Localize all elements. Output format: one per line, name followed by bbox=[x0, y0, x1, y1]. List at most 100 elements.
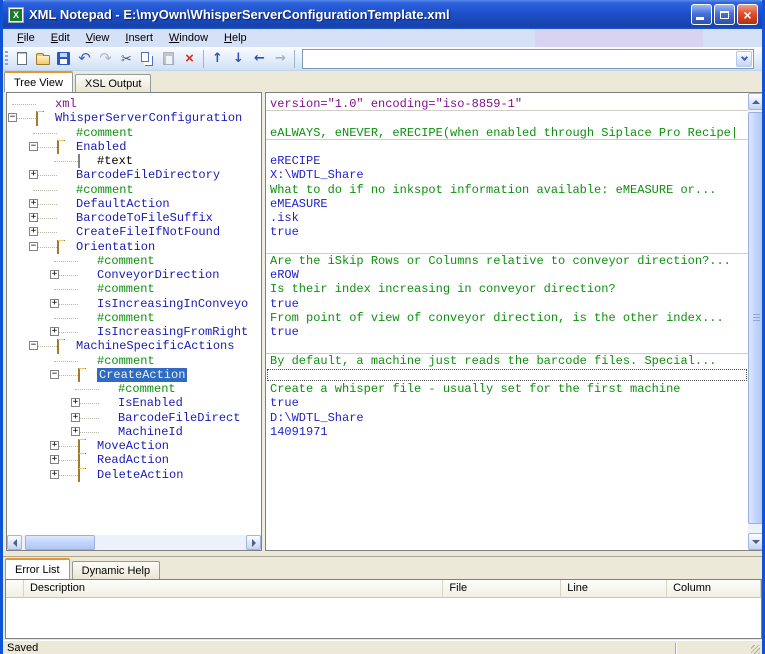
column-header-column[interactable]: Column bbox=[667, 580, 761, 598]
scroll-up-button[interactable] bbox=[748, 93, 764, 110]
close-button[interactable]: × bbox=[737, 4, 758, 25]
tree-node-label[interactable]: Orientation bbox=[76, 240, 155, 254]
tree-node-label[interactable]: CreateFileIfNotFound bbox=[76, 225, 220, 239]
tree-node-comment[interactable]: #comment bbox=[7, 354, 261, 368]
tree-node-comment[interactable]: #comment bbox=[7, 311, 261, 325]
tree-node-orientation[interactable]: − Orientation bbox=[7, 240, 261, 254]
value-cell[interactable]: true bbox=[266, 396, 748, 410]
tree-node-barcodetofilesuffix[interactable]: +BarcodeToFileSuffix bbox=[7, 211, 261, 225]
tree-node-label[interactable]: MachineSpecificActions bbox=[76, 339, 234, 353]
toolbar-grip[interactable] bbox=[5, 51, 8, 67]
value-cell[interactable]: eRECIPE bbox=[266, 154, 748, 168]
maximize-button[interactable] bbox=[714, 4, 735, 25]
menu-edit[interactable]: Edit bbox=[43, 30, 78, 46]
tree-node-label[interactable]: WhisperServerConfiguration bbox=[55, 111, 242, 125]
menu-window[interactable]: Window bbox=[161, 30, 216, 46]
expand-toggle[interactable]: + bbox=[50, 299, 59, 308]
expand-toggle[interactable]: + bbox=[50, 455, 59, 464]
value-cell[interactable] bbox=[266, 111, 748, 125]
horizontal-scroll-thumb[interactable] bbox=[25, 535, 95, 550]
value-cell[interactable]: true bbox=[266, 297, 748, 311]
tree-node-enabled[interactable]: − Enabled bbox=[7, 140, 261, 154]
value-cell[interactable] bbox=[266, 339, 748, 353]
minimize-button[interactable] bbox=[691, 4, 712, 25]
tree-node-label[interactable]: MachineId bbox=[118, 425, 183, 439]
tree-node-comment[interactable]: #comment bbox=[7, 126, 261, 140]
value-cell[interactable]: Are the iSkip Rows or Columns relative t… bbox=[266, 254, 748, 268]
nudge-left-button[interactable]: ← bbox=[249, 49, 270, 69]
tree-node-label[interactable]: IsEnabled bbox=[118, 396, 183, 410]
value-cell[interactable]: X:\WDTL_Share bbox=[266, 168, 748, 182]
tree-node-machineid[interactable]: + MachineId bbox=[7, 425, 261, 439]
value-cell[interactable]: By default, a machine just reads the bar… bbox=[266, 354, 748, 368]
expand-toggle[interactable]: + bbox=[50, 441, 59, 450]
tree-node-isincreasingfromright[interactable]: +IsIncreasingFromRight bbox=[7, 325, 261, 339]
scroll-down-button[interactable] bbox=[748, 533, 764, 550]
tree-node-xml[interactable]: xml bbox=[7, 97, 261, 111]
collapse-toggle[interactable]: − bbox=[29, 341, 38, 350]
save-button[interactable] bbox=[53, 49, 74, 69]
expand-toggle[interactable]: + bbox=[71, 398, 80, 407]
expand-toggle[interactable]: + bbox=[71, 413, 80, 422]
tab-error-list[interactable]: Error List bbox=[5, 558, 70, 579]
nudge-down-button[interactable]: ↓ bbox=[228, 49, 249, 69]
collapse-toggle[interactable]: − bbox=[29, 242, 38, 251]
expand-toggle[interactable]: + bbox=[29, 213, 38, 222]
tab-tree-view[interactable]: Tree View bbox=[4, 71, 73, 92]
value-cell[interactable]: What to do if no inkspot information ava… bbox=[266, 183, 748, 197]
nudge-up-button[interactable]: ↑ bbox=[207, 49, 228, 69]
column-header-file[interactable]: File bbox=[443, 580, 561, 598]
expand-toggle[interactable]: + bbox=[71, 427, 80, 436]
tree-node-label[interactable]: #comment bbox=[76, 183, 134, 197]
value-cell[interactable] bbox=[266, 468, 748, 482]
toolbar-combobox[interactable] bbox=[302, 49, 754, 69]
tree-node-label[interactable]: DefaultAction bbox=[76, 197, 170, 211]
tree-node-label[interactable]: #comment bbox=[97, 354, 155, 368]
expand-toggle[interactable]: + bbox=[50, 470, 59, 479]
open-file-button[interactable] bbox=[32, 49, 53, 69]
combo-dropdown-button[interactable] bbox=[736, 51, 752, 67]
tab-xsl-output[interactable]: XSL Output bbox=[75, 74, 151, 92]
expand-toggle[interactable]: + bbox=[29, 227, 38, 236]
tree-node-deleteaction[interactable]: + DeleteAction bbox=[7, 468, 261, 482]
tree-node-label[interactable]: ConveyorDirection bbox=[97, 268, 219, 282]
expand-toggle[interactable]: + bbox=[29, 199, 38, 208]
copy-button[interactable] bbox=[137, 49, 158, 69]
value-cell[interactable] bbox=[266, 140, 748, 154]
expand-toggle[interactable]: + bbox=[29, 170, 38, 179]
value-cell[interactable] bbox=[266, 439, 748, 453]
tree-node-createfileifnotfound[interactable]: + CreateFileIfNotFound bbox=[7, 225, 261, 239]
menu-insert[interactable]: Insert bbox=[117, 30, 161, 46]
collapse-toggle[interactable]: − bbox=[29, 142, 38, 151]
tree-node-comment[interactable]: #comment bbox=[7, 183, 261, 197]
tree-node-conveyordirection[interactable]: + ConveyorDirection bbox=[7, 268, 261, 282]
value-cell[interactable]: Create a whisper file - usually set for … bbox=[266, 382, 748, 396]
expand-toggle[interactable]: + bbox=[50, 270, 59, 279]
tree-node-label[interactable]: IsIncreasingFromRight bbox=[97, 325, 248, 339]
value-cell[interactable]: Is their index increasing in conveyor di… bbox=[266, 282, 748, 296]
tree-node-isenabled[interactable]: + IsEnabled bbox=[7, 396, 261, 410]
tree-node-label[interactable]: Enabled bbox=[76, 140, 126, 154]
collapse-toggle[interactable]: − bbox=[50, 370, 59, 379]
tree-node-barcodefiledirectory[interactable]: +BarcodeFileDirectory bbox=[7, 168, 261, 182]
tree-node-machinespecificactions[interactable]: − MachineSpecificActions bbox=[7, 339, 261, 353]
tree-node-label[interactable]: #comment bbox=[118, 382, 176, 396]
tree-node-label[interactable]: #comment bbox=[97, 311, 155, 325]
tree-node-label[interactable]: #comment bbox=[97, 282, 155, 296]
value-vertical-scrollbar[interactable] bbox=[748, 93, 764, 550]
tree-node-label[interactable]: #comment bbox=[97, 254, 155, 268]
tree-node-comment[interactable]: #comment bbox=[7, 254, 261, 268]
tree-node-label[interactable]: ReadAction bbox=[97, 453, 169, 467]
value-cell[interactable]: true bbox=[266, 225, 748, 239]
new-file-button[interactable] bbox=[11, 49, 32, 69]
collapse-toggle[interactable]: − bbox=[8, 113, 17, 122]
tree-node-barcodefiledirect[interactable]: +BarcodeFileDirect bbox=[7, 411, 261, 425]
value-cell[interactable]: version="1.0" encoding="iso-8859-1" bbox=[266, 97, 748, 111]
value-cell[interactable]: eALWAYS, eNEVER, eRECIPE(when enabled th… bbox=[266, 126, 748, 140]
tree-node-label[interactable]: #text bbox=[97, 154, 133, 168]
delete-button[interactable]: × bbox=[179, 49, 200, 69]
cut-button[interactable]: ✂ bbox=[116, 49, 137, 69]
tree-node-label[interactable]: DeleteAction bbox=[97, 468, 183, 482]
value-cell[interactable]: From point of view of conveyor direction… bbox=[266, 311, 748, 325]
value-cell[interactable]: true bbox=[266, 325, 748, 339]
